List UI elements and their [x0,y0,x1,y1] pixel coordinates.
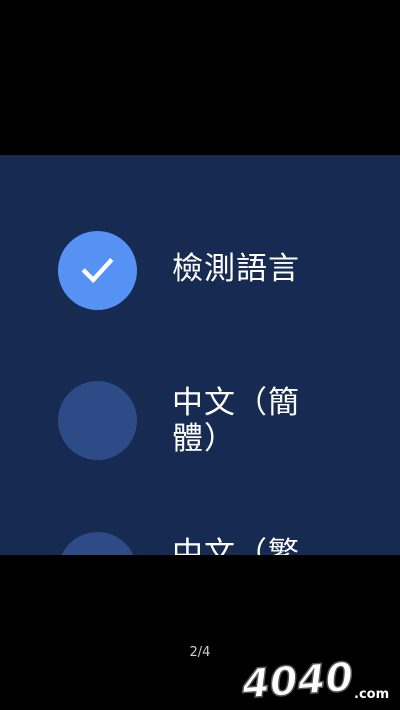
screen: 檢測語言 中文（簡體） 中文（繁 2/4 4040 .com [0,0,400,710]
language-option-label: 檢測語言 [172,251,300,287]
watermark-text: 4040 [240,656,355,702]
selection-circle [58,532,137,555]
language-option-detect[interactable]: 檢測語言 [0,231,400,381]
selection-circle [58,231,137,310]
language-list-panel: 檢測語言 中文（簡體） 中文（繁 [0,155,400,555]
selection-circle [58,381,137,460]
checkmark-icon [81,257,114,284]
language-option-chinese-traditional[interactable]: 中文（繁 [0,532,400,555]
language-option-chinese-simplified[interactable]: 中文（簡體） [0,381,400,531]
language-option-label: 中文（簡體） [172,385,300,457]
watermark-logo: 4040 .com [240,656,389,702]
language-option-label: 中文（繁 [172,536,300,555]
watermark-suffix: .com [354,687,389,702]
